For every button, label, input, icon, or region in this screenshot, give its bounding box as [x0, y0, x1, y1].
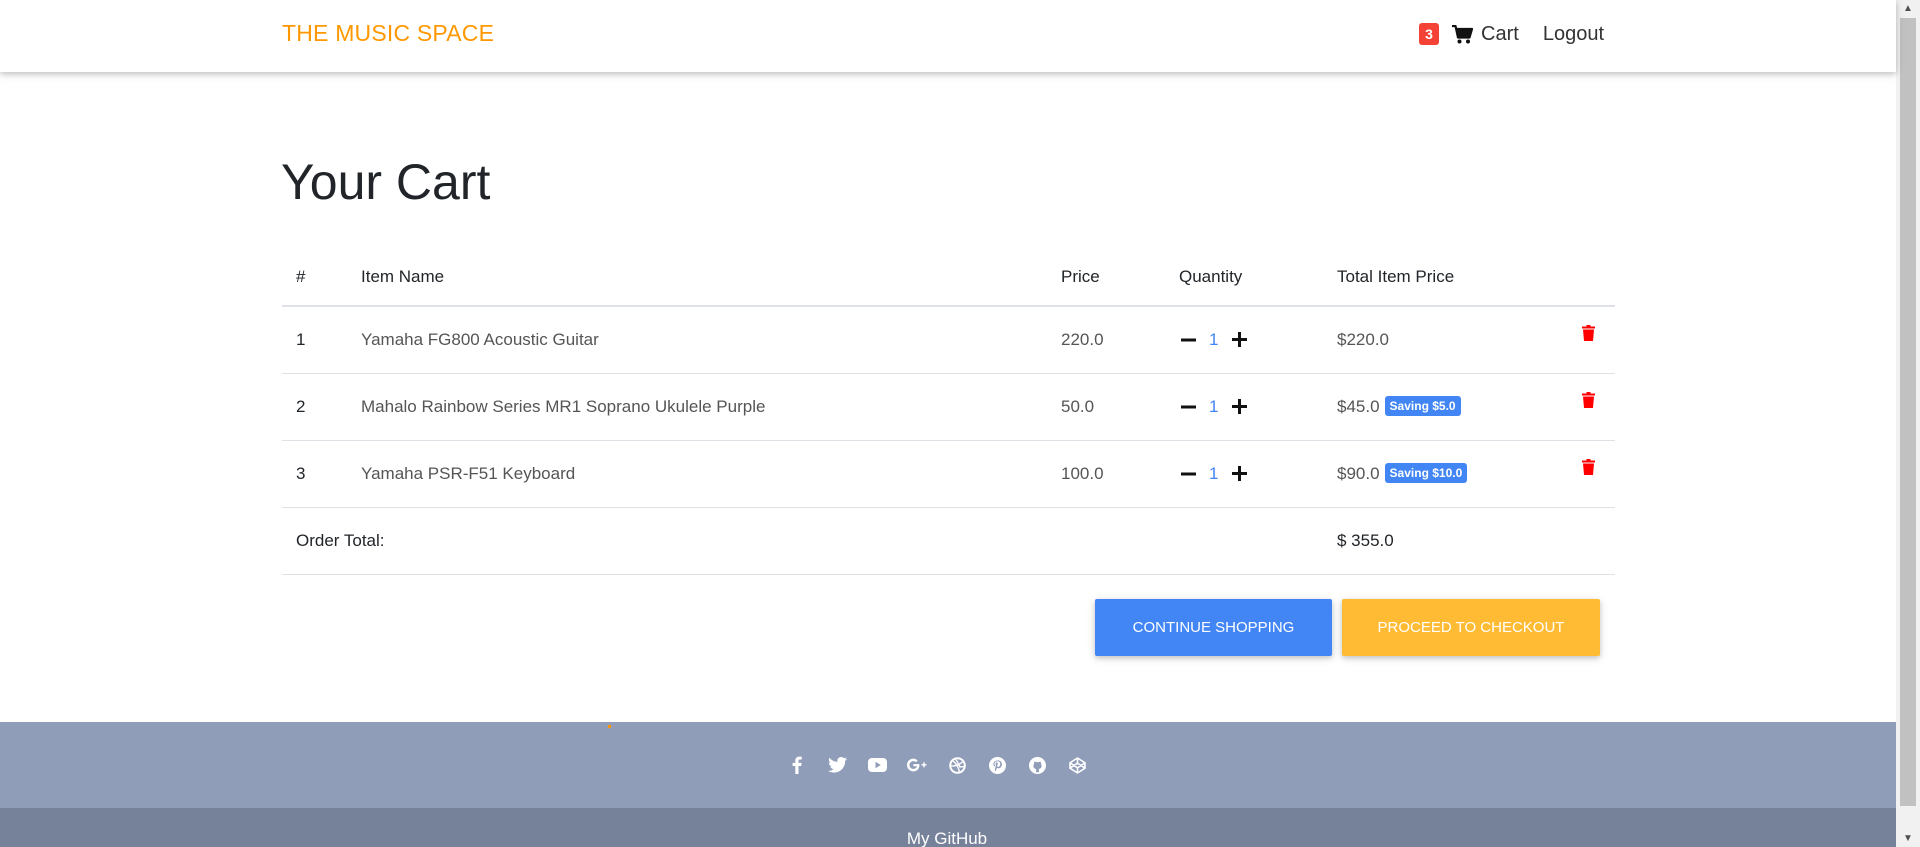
cart-link-label: Cart [1481, 22, 1519, 45]
order-total-row: Order Total: $ 355.0 [282, 507, 1615, 575]
trash-icon[interactable] [1582, 325, 1595, 342]
table-row: 2 Mahalo Rainbow Series MR1 Soprano Ukul… [282, 373, 1615, 441]
quantity-value: 1 [1209, 329, 1219, 349]
table-row: 3 Yamaha PSR-F51 Keyboard 100.0 1 $90.0 S… [282, 440, 1615, 508]
item-price: 220.0 [1061, 306, 1179, 374]
quantity-value: 1 [1209, 463, 1219, 483]
order-total-label: Order Total: [282, 507, 1337, 575]
total-item-price: $220.0 [1337, 329, 1389, 349]
minus-icon[interactable] [1179, 465, 1197, 483]
item-name: Mahalo Rainbow Series MR1 Soprano Ukulel… [361, 373, 1061, 441]
top-navbar: THE MUSIC SPACE 3 Cart Logout [0, 0, 1896, 72]
saving-badge: Saving $10.0 [1384, 463, 1468, 483]
dribbble-icon[interactable] [947, 755, 967, 775]
cart-count-badge: 3 [1419, 23, 1440, 45]
trash-icon[interactable] [1582, 392, 1595, 408]
twitter-icon[interactable] [827, 755, 847, 775]
row-number: 2 [282, 373, 361, 441]
delete-cell [1582, 440, 1615, 508]
item-price: 50.0 [1061, 373, 1179, 441]
plus-icon[interactable] [1230, 465, 1248, 483]
vertical-scrollbar[interactable]: ▲ ▼ [1896, 0, 1920, 847]
item-name: Yamaha PSR-F51 Keyboard [361, 440, 1061, 508]
total-item-price-cell: $45.0 Saving $5.0 [1337, 373, 1582, 441]
logout-link[interactable]: Logout [1543, 23, 1604, 46]
footer-decoration [608, 725, 611, 728]
scroll-down-arrow-icon[interactable]: ▼ [1896, 830, 1920, 847]
page-title: Your Cart [281, 154, 491, 210]
column-header-price: Price [1061, 248, 1179, 307]
order-total-value: $ 355.0 [1337, 507, 1582, 575]
footer [0, 722, 1896, 808]
continue-shopping-button[interactable]: CONTINUE SHOPPING [1095, 599, 1332, 656]
quantity-stepper: 1 [1179, 330, 1337, 350]
quantity-stepper: 1 [1179, 464, 1337, 484]
row-number: 3 [282, 440, 361, 508]
pinterest-icon[interactable] [987, 755, 1007, 775]
plus-icon[interactable] [1230, 331, 1248, 349]
column-header-number: # [282, 248, 361, 307]
item-price: 100.0 [1061, 440, 1179, 508]
github-link[interactable]: My GitHub [0, 829, 1896, 847]
column-header-actions [1582, 248, 1615, 307]
quantity-value: 1 [1209, 396, 1219, 416]
plus-icon[interactable] [1230, 398, 1248, 416]
brand-logo[interactable]: THE MUSIC SPACE [282, 20, 494, 47]
github-icon[interactable] [1027, 755, 1047, 775]
total-item-price-cell: $90.0 Saving $10.0 [1337, 440, 1582, 508]
column-header-quantity: Quantity [1179, 248, 1337, 307]
minus-icon[interactable] [1179, 398, 1197, 416]
codepen-icon[interactable] [1067, 755, 1087, 775]
youtube-icon[interactable] [867, 755, 887, 775]
quantity-cell: 1 [1179, 440, 1337, 508]
quantity-stepper: 1 [1179, 397, 1337, 417]
google-plus-icon[interactable] [907, 755, 927, 775]
total-item-price-cell: $220.0 [1337, 306, 1582, 374]
delete-cell [1582, 306, 1615, 374]
order-total-spacer [1582, 507, 1615, 575]
scrollbar-thumb[interactable] [1900, 18, 1916, 806]
table-header-row: # Item Name Price Quantity Total Item Pr… [282, 248, 1615, 307]
social-links [0, 755, 1896, 775]
total-item-price: $90.0 [1337, 464, 1380, 483]
item-name: Yamaha FG800 Acoustic Guitar [361, 306, 1061, 374]
scroll-up-arrow-icon[interactable]: ▲ [1896, 0, 1920, 17]
row-number: 1 [282, 306, 361, 374]
table-row: 1 Yamaha FG800 Acoustic Guitar 220.0 1 $… [282, 306, 1615, 374]
facebook-icon[interactable] [787, 755, 807, 775]
cart-table: # Item Name Price Quantity Total Item Pr… [282, 248, 1615, 575]
quantity-cell: 1 [1179, 306, 1337, 374]
nav-right: 3 Cart Logout [1419, 20, 1604, 48]
delete-cell [1582, 373, 1615, 441]
quantity-cell: 1 [1179, 373, 1337, 441]
cart-link[interactable]: Cart [1452, 23, 1519, 46]
proceed-to-checkout-button[interactable]: PROCEED TO CHECKOUT [1342, 599, 1600, 656]
footer-copyright-bar: My GitHub [0, 808, 1896, 847]
minus-icon[interactable] [1179, 331, 1197, 349]
saving-badge: Saving $5.0 [1384, 396, 1461, 416]
total-item-price: $45.0 [1337, 397, 1380, 416]
column-header-item-name: Item Name [361, 248, 1061, 307]
column-header-total-item-price: Total Item Price [1337, 248, 1582, 307]
trash-icon[interactable] [1582, 459, 1595, 475]
shopping-cart-icon [1452, 24, 1474, 43]
